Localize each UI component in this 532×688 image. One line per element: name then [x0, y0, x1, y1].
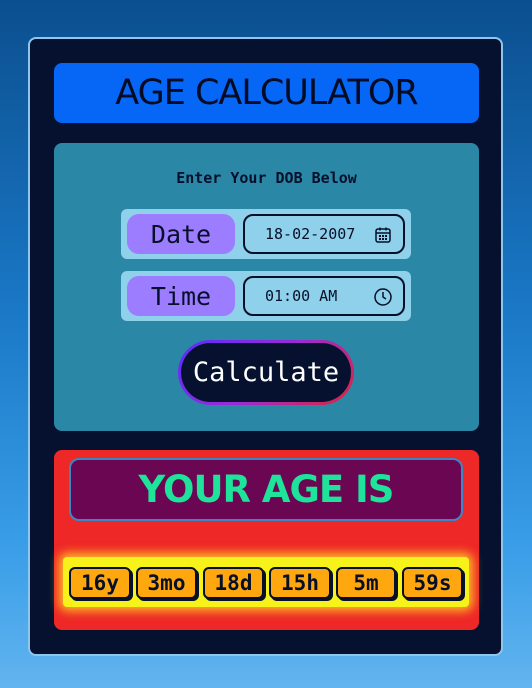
- title-bar: AGE CALCULATOR: [54, 63, 479, 123]
- calculator-card: AGE CALCULATOR Enter Your DOB Below Date…: [28, 37, 503, 656]
- time-label: Time: [127, 276, 235, 316]
- time-value: 01:00 AM: [265, 287, 338, 305]
- calendar-icon[interactable]: [373, 225, 393, 245]
- months-chip: 3mo: [136, 567, 197, 599]
- date-value: 18-02-2007: [265, 225, 356, 243]
- input-panel: Enter Your DOB Below Date 18-02-2007 Tim…: [54, 143, 479, 431]
- result-panel: YOUR AGE IS 16y 3mo 18d 15h 5m 59s: [54, 450, 479, 630]
- minutes-chip: 5m: [336, 567, 396, 599]
- app-title: AGE CALCULATOR: [115, 73, 418, 113]
- date-label: Date: [127, 214, 235, 254]
- seconds-chip: 59s: [402, 567, 463, 599]
- date-input[interactable]: 18-02-2007: [243, 214, 405, 254]
- date-row: Date 18-02-2007: [121, 209, 411, 259]
- dob-prompt: Enter Your DOB Below: [176, 169, 357, 187]
- time-row: Time 01:00 AM: [121, 271, 411, 321]
- time-input[interactable]: 01:00 AM: [243, 276, 405, 316]
- calculate-button[interactable]: Calculate: [178, 340, 354, 405]
- age-breakdown: 16y 3mo 18d 15h 5m 59s: [63, 557, 469, 607]
- clock-icon[interactable]: [373, 287, 393, 307]
- age-heading: YOUR AGE IS: [69, 458, 463, 521]
- days-chip: 18d: [203, 567, 264, 599]
- years-chip: 16y: [69, 567, 131, 599]
- hours-chip: 15h: [269, 567, 331, 599]
